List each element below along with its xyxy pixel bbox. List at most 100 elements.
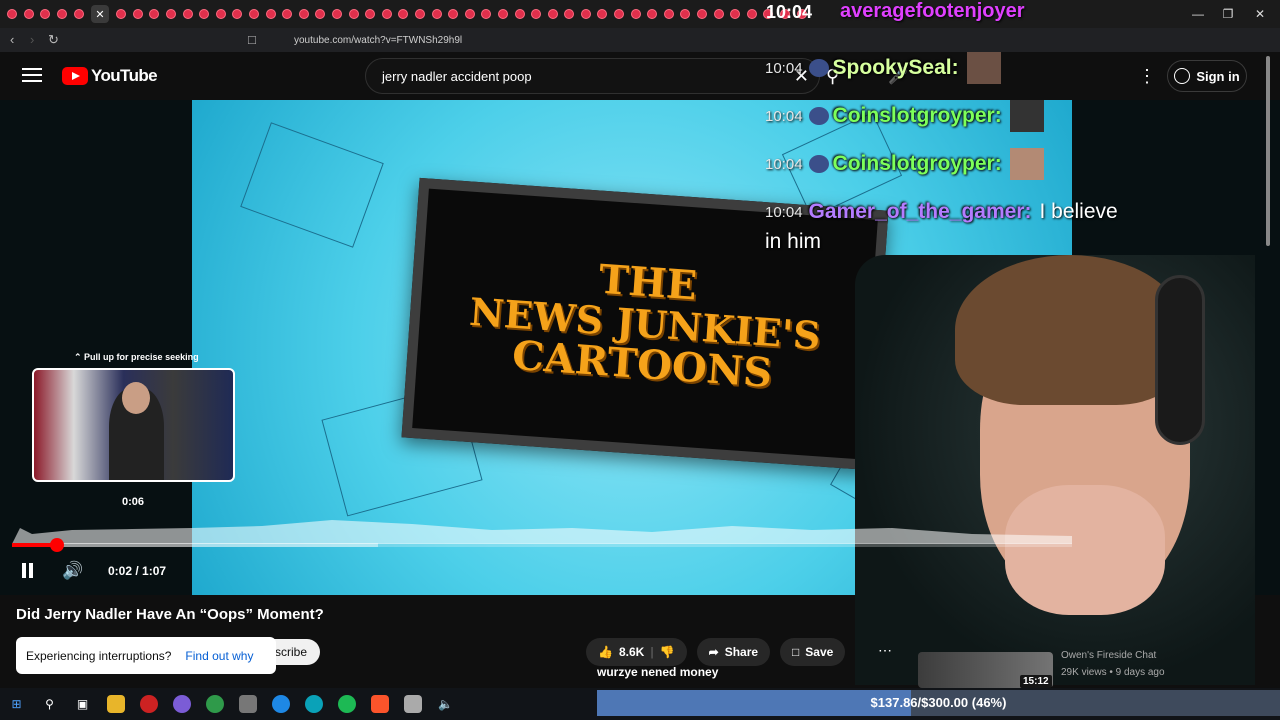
browser-tab[interactable] — [514, 9, 525, 19]
scrubber-handle[interactable] — [49, 538, 64, 552]
task-view-icon[interactable]: ▣ — [74, 695, 92, 713]
browser-tab[interactable] — [663, 9, 674, 19]
browser-tab[interactable] — [414, 9, 425, 19]
stream-chat: 10:04 SpookySeal: 10:04 Coinslotgroyper:… — [765, 44, 1185, 254]
browser-tab[interactable] — [614, 9, 625, 19]
spotify-icon[interactable] — [337, 695, 356, 713]
browser-tab[interactable] — [40, 9, 51, 19]
browser-tab[interactable] — [464, 9, 475, 19]
browser-tab[interactable] — [746, 9, 757, 19]
chat-username: Coinslotgroyper: — [832, 104, 1002, 127]
browser-tab[interactable] — [730, 9, 741, 19]
reload-icon[interactable]: ↻ — [48, 32, 59, 48]
browser-tab[interactable] — [182, 9, 193, 19]
browser-tab[interactable] — [713, 9, 724, 19]
progress-bar[interactable] — [12, 538, 1072, 552]
browser-tab[interactable] — [331, 9, 342, 19]
browser-tab[interactable] — [647, 9, 658, 19]
pause-button[interactable] — [22, 563, 36, 579]
discord-icon[interactable] — [172, 695, 191, 713]
browser-tab[interactable] — [398, 9, 409, 19]
file-explorer-icon[interactable] — [106, 695, 125, 713]
browser-tab[interactable] — [531, 9, 542, 19]
browser-tab[interactable] — [564, 9, 575, 19]
chat-message-continuation: in him — [765, 230, 822, 253]
forward-icon[interactable]: › — [30, 32, 34, 47]
save-label: Save — [805, 645, 834, 659]
recommended-channel-name[interactable]: Owen's Fireside Chat — [1061, 650, 1156, 661]
tab-close-icon[interactable]: ✕ — [90, 5, 109, 23]
volume-icon[interactable]: 🔊 — [62, 561, 83, 581]
browser-tab[interactable] — [697, 9, 708, 19]
browser-tab[interactable] — [348, 9, 359, 19]
search-query: jerry nadler accident poop — [382, 68, 532, 84]
browser-tab[interactable] — [199, 9, 210, 19]
thumbs-down-icon[interactable]: 👎 — [660, 645, 675, 659]
search-taskbar-icon[interactable]: ⚲ — [41, 695, 59, 713]
minimize-icon[interactable]: — — [1182, 0, 1214, 28]
chat-message: 10:04 Gamer_of_the_gamer: I believe — [765, 188, 1185, 236]
windows-start-icon[interactable]: ⊞ — [8, 695, 26, 713]
subscribe-label: scribe — [275, 645, 308, 659]
speaker-icon[interactable]: 🔈 — [437, 695, 455, 713]
steam-icon[interactable] — [271, 695, 290, 713]
share-button[interactable]: ➦ Share — [696, 638, 771, 666]
browser-tab[interactable] — [215, 9, 226, 19]
browser-tab[interactable] — [166, 9, 177, 19]
page-scrollbar[interactable] — [1264, 52, 1272, 687]
browser-tab[interactable] — [381, 9, 392, 19]
browser-tab[interactable] — [680, 9, 691, 19]
browser-tab[interactable] — [149, 9, 160, 19]
recommended-video-duration: 15:12 — [1020, 675, 1052, 688]
browser-tab[interactable] — [448, 9, 459, 19]
search-input[interactable]: jerry nadler accident poop ✕ — [365, 58, 820, 94]
chrome-icon[interactable] — [205, 695, 224, 713]
save-button[interactable]: □ Save — [780, 638, 846, 666]
browser-tab[interactable] — [365, 9, 376, 19]
like-button[interactable]: 👍 8.6K | 👎 — [586, 638, 687, 666]
youtube-play-logo-icon — [62, 67, 88, 85]
time-display: 0:02 / 1:07 — [108, 564, 167, 578]
browser-tab[interactable] — [298, 9, 309, 19]
browser-tab[interactable] — [116, 9, 127, 19]
app-icon-2[interactable] — [403, 695, 422, 713]
seek-preview-time: 0:06 — [122, 496, 145, 508]
more-actions-icon[interactable]: ⋯ — [878, 642, 892, 659]
maximize-icon[interactable]: ❐ — [1212, 0, 1244, 28]
browser-tab[interactable] — [282, 9, 293, 19]
stream-top-username: averagefootenjoyer — [840, 0, 1025, 22]
browser-tab[interactable] — [481, 9, 492, 19]
browser-tab[interactable] — [497, 9, 508, 19]
browser-tab[interactable] — [580, 9, 591, 19]
chat-message-text: I believe — [1039, 200, 1118, 223]
subscribe-button[interactable]: scribe — [270, 639, 320, 665]
app-icon[interactable] — [238, 695, 257, 713]
preview-head — [122, 382, 150, 414]
chat-badge-icon — [808, 155, 829, 173]
browser-tab[interactable] — [630, 9, 641, 19]
back-icon[interactable]: ‹ — [10, 32, 14, 47]
window-close-icon[interactable]: ✕ — [1244, 0, 1276, 28]
browser-tab[interactable] — [23, 9, 34, 19]
browser-tab[interactable] — [232, 9, 243, 19]
scrollbar-thumb[interactable] — [1266, 56, 1270, 246]
browser-tab[interactable] — [132, 9, 143, 19]
browser-tab[interactable] — [57, 9, 68, 19]
browser-tab[interactable] — [265, 9, 276, 19]
browser-tab[interactable] — [315, 9, 326, 19]
brave-icon[interactable] — [370, 695, 389, 713]
menu-icon[interactable] — [22, 68, 42, 86]
browser-tab[interactable] — [7, 9, 18, 19]
browser-tab[interactable] — [597, 9, 608, 19]
chat-message: 10:04 Coinslotgroyper: — [765, 92, 1185, 140]
edge-icon[interactable] — [304, 695, 323, 713]
youtube-logo[interactable]: YouTube — [62, 66, 158, 86]
url-field[interactable]: youtube.com/watch?v=FTWNSh29h9l — [270, 31, 670, 49]
browser-tab[interactable] — [73, 9, 84, 19]
browser-tab[interactable] — [547, 9, 558, 19]
obs-icon[interactable] — [139, 695, 158, 713]
bookmark-icon[interactable]: □ — [248, 32, 256, 47]
browser-tab[interactable] — [431, 9, 442, 19]
find-out-why-link[interactable]: Find out why — [185, 649, 253, 663]
browser-tab[interactable] — [249, 9, 260, 19]
